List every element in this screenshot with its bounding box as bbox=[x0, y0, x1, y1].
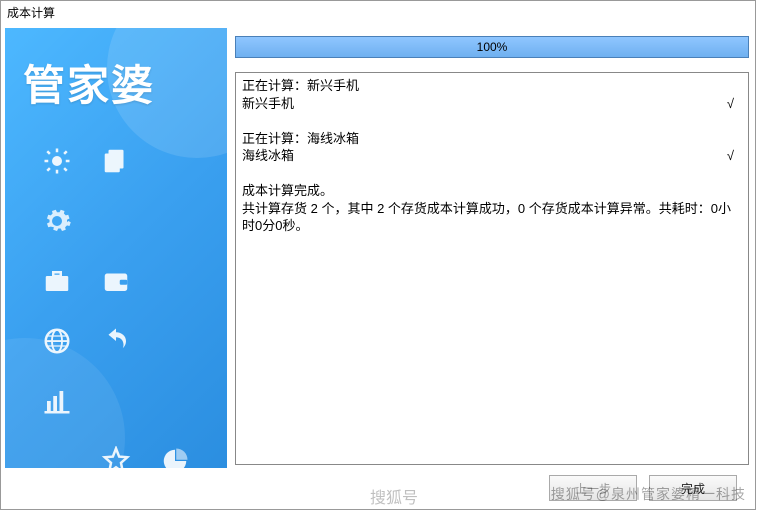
chart-icon bbox=[33, 381, 82, 421]
sidebar-panel: 管家婆 bbox=[5, 28, 227, 468]
blank-icon-6 bbox=[92, 381, 141, 421]
progress-percent: 100% bbox=[236, 37, 748, 57]
pie-icon bbox=[150, 441, 199, 468]
gear-icon bbox=[33, 201, 82, 241]
blank-icon-4 bbox=[150, 261, 199, 301]
log-output[interactable]: 正在计算：新兴手机新兴手机√ 正在计算：海线冰箱海线冰箱√ 成本计算完成。共计算… bbox=[235, 72, 749, 465]
log-line: 正在计算：新兴手机 bbox=[242, 77, 742, 95]
blank-icon-3 bbox=[150, 201, 199, 241]
check-mark-icon: √ bbox=[727, 147, 734, 165]
log-line: 成本计算完成。 bbox=[242, 182, 742, 200]
blank-icon bbox=[150, 141, 199, 181]
finish-button[interactable]: 完成 bbox=[649, 475, 737, 501]
undo-icon bbox=[92, 321, 141, 361]
log-line: 正在计算：海线冰箱 bbox=[242, 130, 742, 148]
main-panel: 100% 正在计算：新兴手机新兴手机√ 正在计算：海线冰箱海线冰箱√ 成本计算完… bbox=[233, 28, 751, 505]
content-area: 管家婆 bbox=[1, 24, 755, 509]
button-bar: 上一步 完成 bbox=[235, 465, 749, 505]
globe-icon bbox=[33, 321, 82, 361]
log-line: 新兴手机√ bbox=[242, 95, 742, 113]
blank-icon-2 bbox=[92, 201, 141, 241]
log-line bbox=[242, 165, 742, 183]
app-window: 成本计算 管家婆 bbox=[0, 0, 756, 510]
previous-button: 上一步 bbox=[549, 475, 637, 501]
sun-icon bbox=[33, 141, 82, 181]
log-line: 共计算存货 2 个，其中 2 个存货成本计算成功，0 个存货成本计算异常。共耗时… bbox=[242, 200, 742, 235]
documents-icon bbox=[92, 141, 141, 181]
check-mark-icon: √ bbox=[727, 95, 734, 113]
star-icon bbox=[92, 441, 141, 468]
log-line: 海线冰箱√ bbox=[242, 147, 742, 165]
briefcase-icon bbox=[33, 261, 82, 301]
progress-bar: 100% bbox=[235, 36, 749, 58]
brand-logo: 管家婆 bbox=[5, 28, 227, 123]
window-title: 成本计算 bbox=[1, 1, 755, 24]
sidebar-icon-grid bbox=[5, 123, 227, 468]
wallet-icon bbox=[92, 261, 141, 301]
blank-icon-7 bbox=[150, 381, 199, 421]
blank-icon-5 bbox=[150, 321, 199, 361]
log-line bbox=[242, 112, 742, 130]
blank-icon-8 bbox=[33, 441, 82, 468]
